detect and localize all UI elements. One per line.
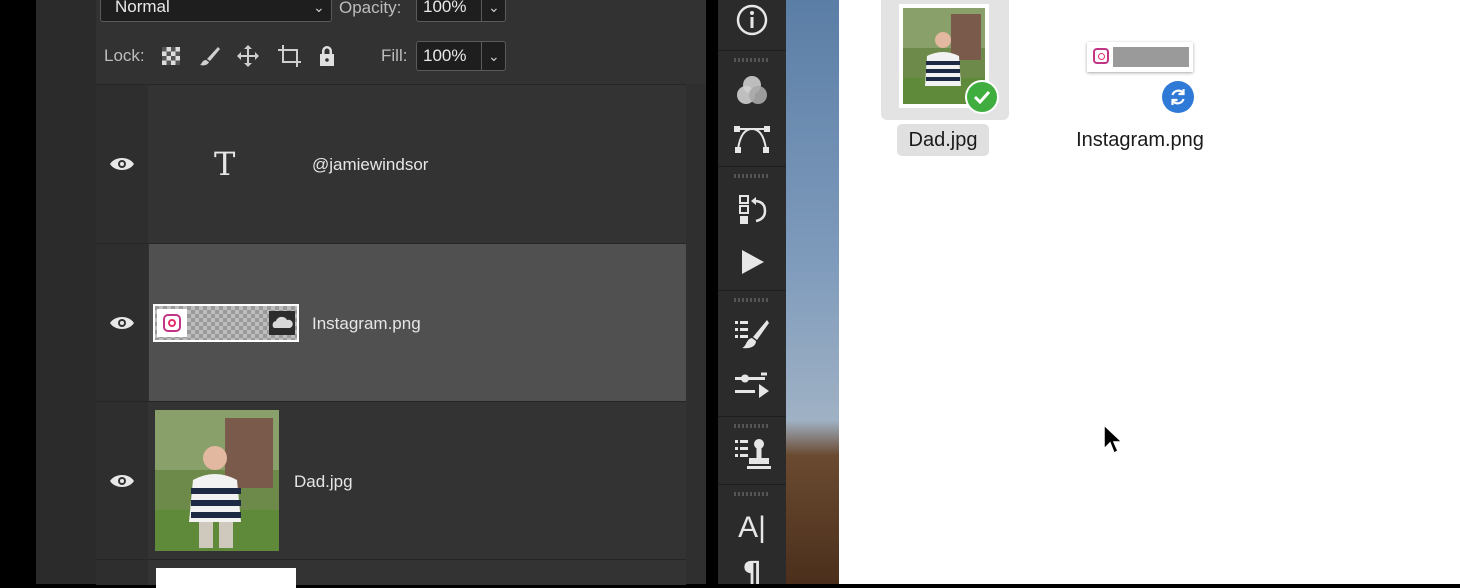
layer-name[interactable]: @jamiewindsor (312, 155, 428, 175)
layers-scrollbar[interactable] (686, 84, 706, 584)
opacity-value: 100% (423, 0, 467, 16)
opacity-field[interactable]: 100% ⌄ (416, 0, 506, 22)
paths-icon[interactable] (732, 118, 772, 158)
lock-artboard-icon[interactable] (276, 44, 302, 68)
file-name: Instagram.png (1076, 129, 1204, 151)
layer-row-background[interactable] (96, 559, 686, 588)
character-icon[interactable]: A| (732, 508, 772, 548)
file-item-dad[interactable]: Dad.jpg (881, 0, 1009, 160)
layer-name[interactable]: Dad.jpg (294, 472, 353, 492)
sync-complete-icon (965, 80, 999, 114)
adjustments-icon[interactable] (732, 366, 772, 406)
desktop-background (786, 0, 839, 584)
history-icon[interactable] (732, 190, 772, 230)
lock-transparent-pixels-icon[interactable] (162, 47, 180, 65)
opacity-chevron-icon[interactable]: ⌄ (488, 0, 500, 16)
layer-name[interactable]: Instagram.png (312, 314, 421, 334)
paragraph-icon[interactable]: ¶ (732, 556, 772, 584)
visibility-eye-icon[interactable] (109, 314, 135, 332)
lock-label: Lock: (104, 46, 145, 65)
visibility-eye-icon[interactable] (109, 472, 135, 490)
visibility-eye-icon[interactable] (109, 155, 135, 173)
panel-gutter (36, 0, 96, 584)
instagram-logo-icon (157, 309, 187, 337)
file-name: Dad.jpg (908, 129, 978, 151)
instagram-logo-icon (1093, 48, 1109, 64)
syncing-icon (1162, 81, 1194, 113)
finder-window: Dad.jpg Instagram.png (839, 0, 1460, 584)
fill-field[interactable]: 100% ⌄ (416, 41, 506, 71)
mouse-cursor-icon (1103, 423, 1124, 455)
lock-all-icon[interactable] (317, 44, 337, 68)
thumbnail-bar (1113, 47, 1189, 67)
fill-value: 100% (423, 46, 467, 65)
eye-column (96, 560, 148, 585)
panel-toolbar: A| ¶ (718, 0, 786, 584)
clone-source-icon[interactable] (732, 434, 772, 474)
layer-row-dad[interactable]: Dad.jpg (96, 401, 686, 559)
layer-row-instagram[interactable]: Instagram.png (96, 243, 686, 401)
panel-grip[interactable] (734, 58, 768, 62)
play-icon[interactable] (732, 242, 772, 282)
blend-mode-select[interactable]: Normal ⌄ (100, 0, 332, 22)
channels-icon[interactable] (732, 70, 772, 110)
chevron-down-icon: ⌄ (313, 0, 325, 15)
lock-position-icon[interactable] (236, 44, 260, 68)
cloud-icon (269, 311, 295, 335)
info-icon[interactable] (732, 0, 772, 40)
file-item-instagram[interactable]: Instagram.png (1061, 0, 1219, 160)
panel-grip[interactable] (734, 174, 768, 178)
left-screen-edge (0, 0, 36, 584)
panel-grip[interactable] (734, 492, 768, 496)
blend-mode-value: Normal (115, 0, 170, 16)
opacity-label: Opacity: (339, 0, 402, 17)
text-layer-thumb-icon: T (214, 145, 236, 183)
brush-presets-icon[interactable] (732, 314, 772, 354)
panel-grip[interactable] (734, 298, 768, 302)
lock-image-pixels-icon[interactable] (198, 44, 222, 68)
layer-thumbnail (153, 304, 299, 342)
layers-panel: Normal ⌄ Opacity: 100% ⌄ Lock: Fill: 100… (96, 0, 706, 588)
photo-thumbnail (155, 410, 279, 551)
character-glyph: A| (738, 511, 766, 544)
fill-chevron-icon[interactable]: ⌄ (488, 48, 500, 65)
paragraph-glyph: ¶ (742, 556, 762, 584)
panel-grip[interactable] (734, 424, 768, 428)
layer-thumbnail (156, 568, 296, 588)
layer-row-text[interactable]: T @jamiewindsor (96, 84, 686, 243)
fill-label: Fill: (381, 46, 408, 65)
file-thumbnail (1087, 42, 1193, 72)
